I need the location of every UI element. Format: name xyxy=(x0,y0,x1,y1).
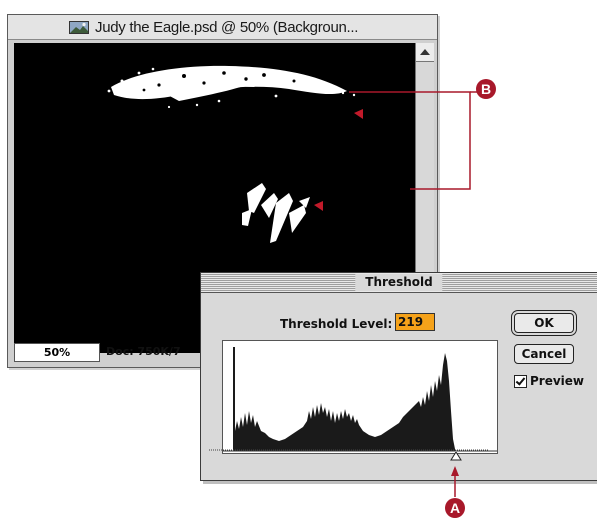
histogram-graph xyxy=(223,347,497,452)
histogram[interactable] xyxy=(222,340,498,454)
image-window-titlebar[interactable]: Judy the Eagle.psd @ 50% (Backgroun... xyxy=(8,15,437,40)
preview-checkbox[interactable] xyxy=(514,374,527,388)
image-window-title-group: Judy the Eagle.psd @ 50% (Backgroun... xyxy=(63,18,365,36)
image-window-title: Judy the Eagle.psd @ 50% (Backgroun... xyxy=(95,18,359,36)
threshold-dialog-title: Threshold xyxy=(355,274,443,291)
threshold-dialog-titlebar[interactable]: Threshold xyxy=(201,273,597,293)
document-icon xyxy=(69,20,89,34)
callout-a: A xyxy=(445,498,465,518)
document-size-info[interactable]: Doc: 750K/7 xyxy=(106,345,181,358)
callout-b: B xyxy=(476,79,496,99)
threshold-dialog: Threshold Threshold Level: 219 OK Cancel… xyxy=(200,272,597,481)
ok-button[interactable]: OK xyxy=(514,313,574,333)
threshold-level-label: Threshold Level: xyxy=(280,317,393,331)
cancel-button[interactable]: Cancel xyxy=(514,344,574,364)
scroll-up-arrow-icon[interactable] xyxy=(416,43,434,62)
preview-checkbox-group[interactable]: Preview xyxy=(514,374,584,388)
preview-label: Preview xyxy=(530,374,585,388)
zoom-level-field[interactable]: 50% xyxy=(14,343,100,362)
threshold-level-input[interactable]: 219 xyxy=(395,313,435,331)
